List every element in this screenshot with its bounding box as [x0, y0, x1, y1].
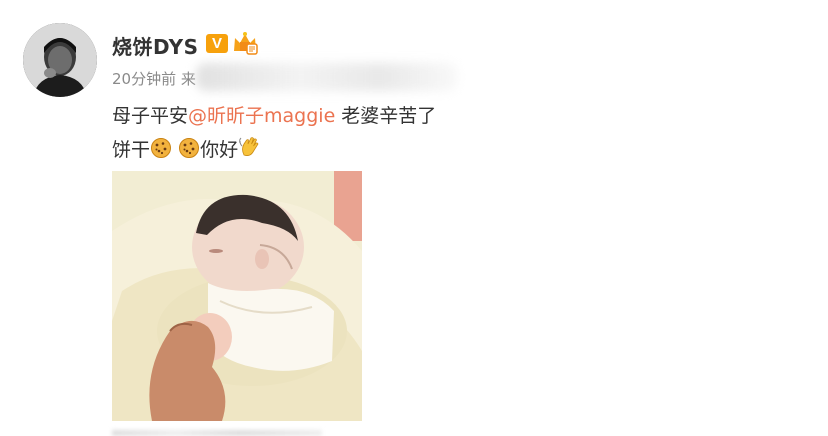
cookie-icon [151, 138, 172, 158]
cookie-icon [179, 138, 200, 158]
post-text-line1: 母子平安@昕昕子maggie 老婆辛苦了 [112, 101, 436, 128]
verified-v-icon: V [206, 34, 228, 53]
blurred-footer [112, 430, 322, 436]
post-time[interactable]: 20分钟前 来 [112, 68, 196, 89]
post-text: 母子平安 [112, 105, 189, 127]
avatar[interactable] [23, 23, 97, 97]
post-text-line2-suffix: 你好 [200, 139, 239, 161]
mention-link[interactable]: @昕昕子maggie [188, 105, 335, 127]
crown-icon [234, 32, 258, 55]
blurred-source [196, 63, 458, 91]
wave-icon [239, 137, 259, 156]
post-text-suffix: 老婆辛苦了 [335, 105, 437, 127]
post-text-line2-prefix: 饼干 [112, 139, 151, 161]
post-text-line2: 饼干 你好 [112, 135, 262, 162]
post-photo[interactable] [112, 171, 362, 421]
author-name[interactable]: 烧饼DYS [112, 31, 199, 60]
